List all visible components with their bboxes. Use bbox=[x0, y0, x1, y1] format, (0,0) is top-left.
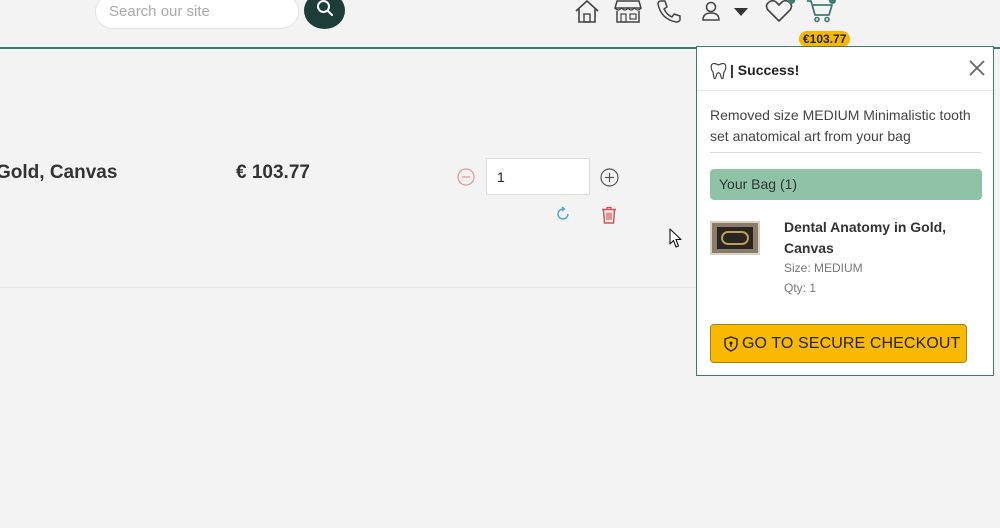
home-icon bbox=[574, 0, 600, 28]
wishlist-indicator bbox=[788, 0, 795, 4]
heart-icon bbox=[765, 0, 793, 28]
search-box bbox=[95, 0, 299, 29]
shield-icon bbox=[724, 335, 738, 352]
message-divider bbox=[710, 152, 981, 153]
quantity-input[interactable] bbox=[486, 158, 590, 195]
home-button[interactable] bbox=[574, 0, 600, 26]
refresh-icon bbox=[555, 206, 571, 226]
wishlist-button[interactable] bbox=[765, 0, 793, 26]
tooth-icon bbox=[710, 62, 727, 85]
search-input[interactable] bbox=[96, 0, 286, 28]
phone-icon bbox=[656, 0, 682, 28]
mini-cart-popup: | Success! Removed size MEDIUM Minimalis… bbox=[696, 46, 994, 376]
caret-down-icon bbox=[733, 4, 749, 22]
product-price: € 103.77 bbox=[236, 162, 310, 183]
bag-item-name[interactable]: Dental Anatomy in Gold, Canvas bbox=[784, 217, 974, 259]
cart-button[interactable] bbox=[806, 0, 834, 26]
thumbnail-art bbox=[721, 231, 749, 245]
bag-item-qty: Qty: 1 bbox=[784, 281, 817, 295]
decrease-quantity-button[interactable] bbox=[457, 168, 475, 191]
search-button[interactable] bbox=[304, 0, 345, 29]
row-divider bbox=[0, 287, 700, 288]
mouse-cursor-icon bbox=[669, 228, 683, 253]
checkout-label: GO TO SECURE CHECKOUT bbox=[742, 334, 961, 352]
close-popup-button[interactable] bbox=[968, 59, 986, 82]
bag-summary-bar: Your Bag (1) bbox=[710, 169, 982, 200]
item-thumbnail[interactable] bbox=[710, 221, 760, 255]
account-dropdown[interactable] bbox=[733, 0, 749, 26]
popup-header: | Success! bbox=[697, 47, 993, 91]
cart-total-badge[interactable]: €103.77 bbox=[799, 31, 851, 47]
store-icon bbox=[614, 0, 642, 28]
increase-quantity-button[interactable] bbox=[600, 168, 619, 192]
success-message: Removed size MEDIUM Minimalistic tooth s… bbox=[710, 107, 971, 144]
cart-indicator bbox=[829, 0, 836, 4]
bag-item-size: Size: MEDIUM bbox=[784, 261, 863, 275]
update-item-button[interactable] bbox=[555, 206, 571, 227]
user-icon bbox=[701, 0, 721, 27]
store-button[interactable] bbox=[614, 0, 642, 26]
phone-button[interactable] bbox=[656, 0, 682, 26]
product-name[interactable]: Gold, Canvas bbox=[0, 162, 117, 184]
plus-circle-icon bbox=[600, 168, 619, 191]
search-icon bbox=[316, 0, 334, 22]
close-icon bbox=[969, 60, 985, 76]
minus-circle-icon bbox=[457, 168, 475, 190]
trash-icon bbox=[601, 206, 617, 228]
remove-item-button[interactable] bbox=[601, 206, 617, 229]
account-button[interactable] bbox=[701, 0, 721, 26]
popup-title: | Success! bbox=[730, 62, 800, 78]
site-header bbox=[0, 0, 1000, 49]
cart-icon bbox=[806, 0, 834, 28]
secure-checkout-button[interactable]: GO TO SECURE CHECKOUT bbox=[710, 324, 967, 363]
